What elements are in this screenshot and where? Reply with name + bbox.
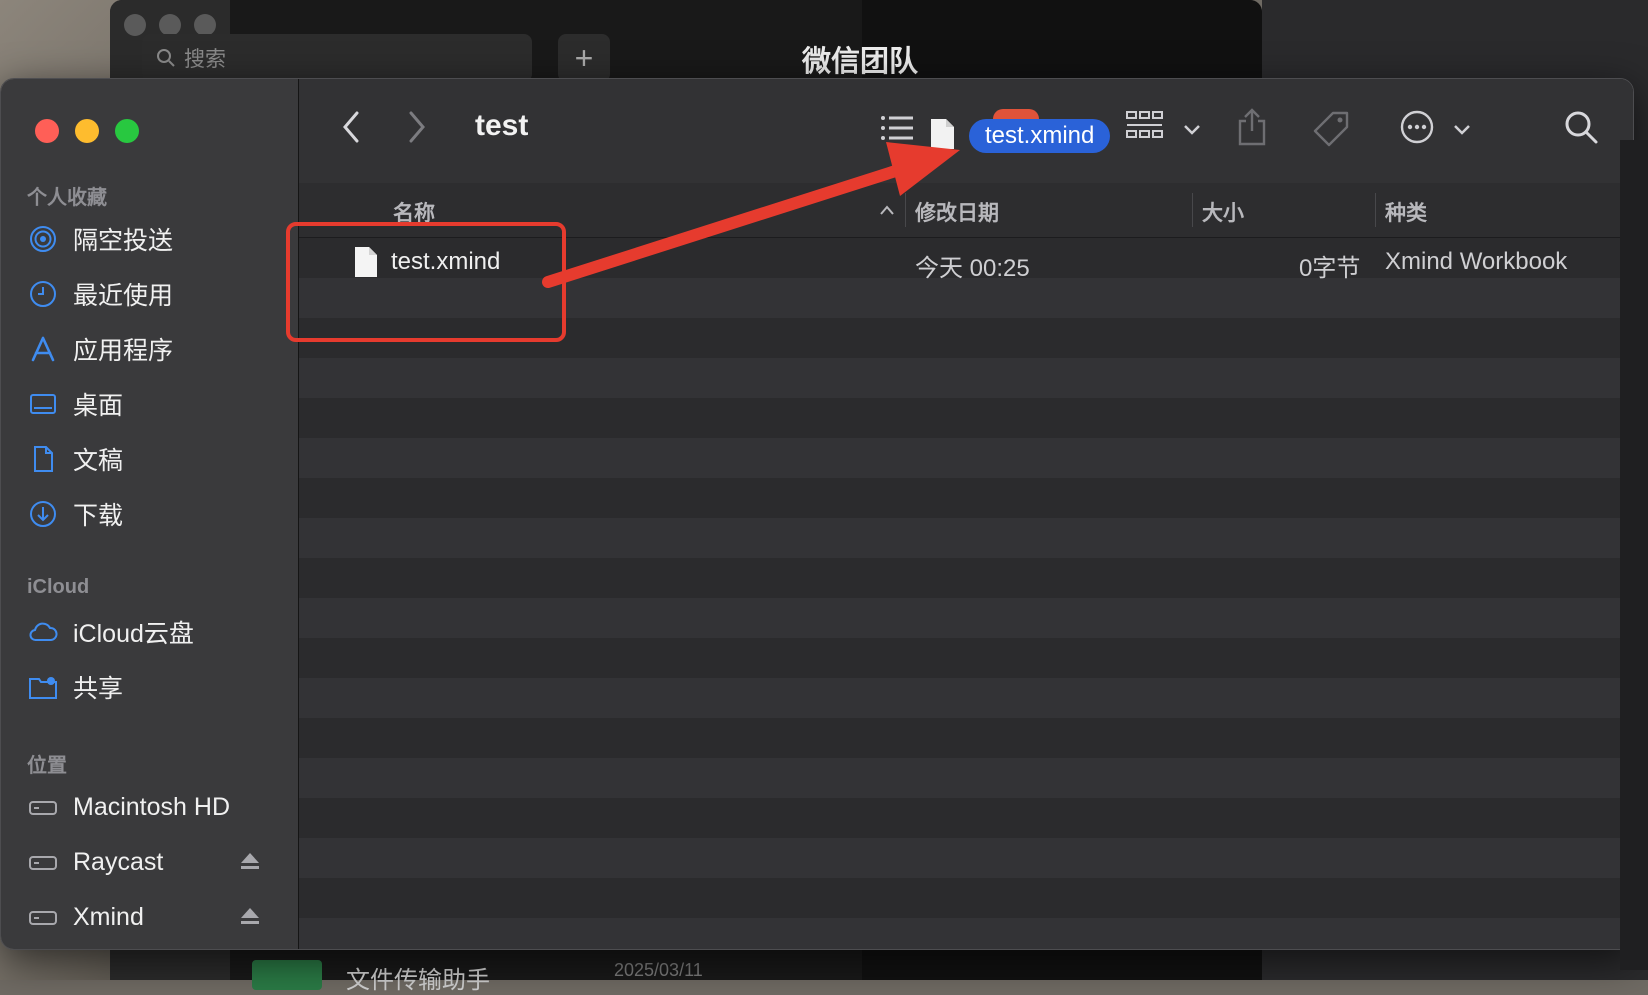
annotation-arrow <box>542 142 960 288</box>
